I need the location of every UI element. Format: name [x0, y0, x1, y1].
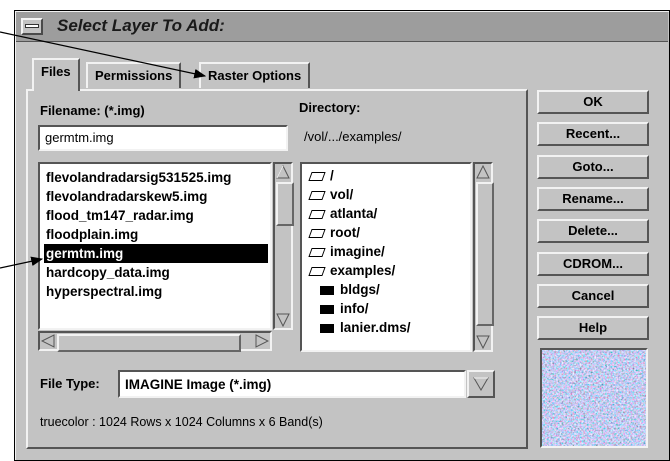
directory-list[interactable]: / vol/ atlanta/ root/ imagine/ examples/…	[300, 162, 472, 352]
window-menu-button[interactable]	[21, 18, 43, 35]
file-list-hscrollbar[interactable]	[38, 331, 272, 352]
image-info-status: truecolor : 1024 Rows x 1024 Columns x 6…	[40, 415, 323, 429]
filename-input[interactable]: germtm.img	[38, 125, 288, 151]
cancel-button[interactable]: Cancel	[537, 284, 649, 308]
scroll-up-icon[interactable]	[476, 165, 490, 179]
recent-button[interactable]: Recent...	[537, 122, 649, 146]
file-list-item-selected[interactable]: germtm.img	[44, 244, 268, 263]
folder-icon	[320, 324, 334, 333]
file-list-item[interactable]: flevolandradarsig531525.img	[44, 168, 231, 187]
minus-icon	[25, 24, 39, 28]
file-list-item[interactable]: hardcopy_data.img	[44, 263, 170, 282]
file-list-item[interactable]: hyperspectral.img	[44, 282, 162, 301]
tab-permissions[interactable]: Permissions	[86, 62, 182, 88]
folder-icon	[320, 305, 334, 314]
directory-item[interactable]: bldgs/	[320, 280, 380, 299]
directory-item[interactable]: atlanta/	[308, 204, 377, 223]
window-title: Select Layer To Add:	[57, 16, 225, 35]
directory-list-vscrollbar[interactable]	[473, 162, 494, 352]
open-folder-icon	[308, 267, 326, 276]
open-folder-icon	[308, 229, 326, 238]
scroll-right-icon[interactable]	[255, 334, 269, 348]
scroll-thumb[interactable]	[476, 182, 494, 326]
scroll-up-icon[interactable]	[276, 165, 290, 179]
file-type-label: File Type:	[40, 376, 100, 391]
directory-item[interactable]: vol/	[308, 185, 353, 204]
preview-image	[542, 350, 646, 446]
directory-label: Directory:	[299, 100, 361, 115]
directory-item[interactable]: info/	[320, 299, 369, 318]
open-folder-icon	[308, 172, 326, 181]
directory-item[interactable]: root/	[308, 223, 360, 242]
ok-button[interactable]: OK	[537, 90, 649, 114]
directory-item[interactable]: lanier.dms/	[320, 318, 411, 337]
chevron-down-icon	[473, 377, 489, 391]
rename-button[interactable]: Rename...	[537, 187, 649, 211]
directory-item[interactable]: /	[308, 166, 334, 185]
file-list-item[interactable]: flevolandradarskew5.img	[44, 187, 207, 206]
delete-button[interactable]: Delete...	[537, 219, 649, 243]
filename-label: Filename: (*.img)	[40, 103, 145, 118]
folder-icon	[320, 286, 334, 295]
scroll-thumb[interactable]	[276, 182, 294, 226]
help-button[interactable]: Help	[537, 316, 649, 340]
file-list-item[interactable]: flood_tm147_radar.img	[44, 206, 194, 225]
scroll-down-icon[interactable]	[476, 335, 490, 349]
image-preview	[540, 348, 648, 448]
directory-path: /vol/.../examples/	[304, 129, 402, 144]
directory-item[interactable]: examples/	[308, 261, 395, 280]
file-list-vscrollbar[interactable]	[273, 162, 294, 330]
directory-item[interactable]: imagine/	[308, 242, 385, 261]
open-folder-icon	[308, 248, 326, 257]
tab-files[interactable]: Files	[32, 58, 80, 91]
open-folder-icon	[308, 210, 326, 219]
file-list-item[interactable]: floodplain.img	[44, 225, 138, 244]
file-type-select[interactable]: IMAGINE Image (*.img)	[118, 370, 466, 398]
goto-button[interactable]: Goto...	[537, 155, 649, 179]
file-list[interactable]: flevolandradarsig531525.img flevolandrad…	[38, 162, 272, 330]
scroll-down-icon[interactable]	[276, 313, 290, 327]
open-folder-icon	[308, 191, 326, 200]
file-type-dropdown-button[interactable]	[467, 370, 495, 398]
tab-raster-options[interactable]: Raster Options	[199, 62, 311, 88]
scroll-thumb[interactable]	[57, 334, 241, 352]
scroll-left-icon[interactable]	[41, 334, 55, 348]
cdrom-button[interactable]: CDROM...	[537, 252, 649, 276]
